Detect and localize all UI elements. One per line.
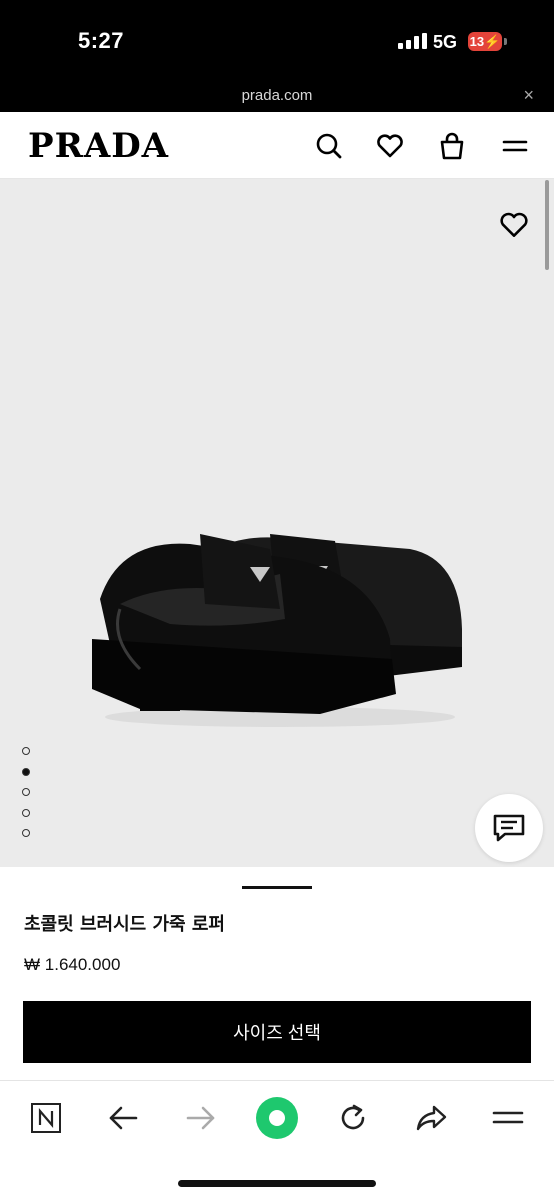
loafer-shoes-image (92, 534, 462, 727)
share-icon[interactable] (414, 1101, 448, 1135)
gallery-dot[interactable] (22, 788, 30, 796)
back-arrow-icon[interactable] (106, 1101, 140, 1135)
sheet-handle[interactable] (242, 886, 312, 889)
status-time: 5:27 (78, 28, 125, 53)
select-size-button[interactable]: 사이즈 선택 (23, 1001, 531, 1063)
signal-icon (398, 33, 427, 49)
product-image[interactable] (0, 179, 554, 867)
site-header: PRADA (0, 112, 554, 179)
shopping-bag-icon[interactable] (437, 131, 467, 161)
network-type: 5G (433, 32, 458, 52)
menu-icon[interactable] (491, 1101, 525, 1135)
forward-arrow-icon[interactable] (184, 1101, 218, 1135)
product-price: ₩ 1.640.000 (24, 955, 121, 974)
url-bar[interactable]: prada.com × (0, 80, 554, 112)
home-indicator[interactable] (178, 1180, 376, 1187)
url-text[interactable]: prada.com (0, 87, 554, 104)
close-icon[interactable]: × (523, 85, 534, 106)
menu-icon[interactable] (500, 131, 530, 161)
gallery-dot[interactable] (22, 808, 30, 817)
brand-logo[interactable]: PRADA (28, 126, 169, 166)
charging-icon: ⚡ (484, 34, 501, 49)
chat-icon (493, 814, 525, 842)
refresh-icon[interactable] (336, 1101, 370, 1135)
search-icon[interactable] (314, 131, 344, 161)
battery-icon: 13⚡ (468, 32, 502, 51)
gallery-dot[interactable] (22, 829, 30, 837)
gallery-dot-active[interactable] (22, 767, 30, 776)
battery-cap (504, 38, 507, 45)
heart-icon[interactable] (375, 131, 405, 161)
status-bar: 5:27 5G 13⚡ (0, 0, 554, 80)
gallery-pagination (22, 747, 30, 850)
chat-button[interactable] (475, 794, 543, 862)
naver-n-icon[interactable] (29, 1101, 63, 1135)
product-title: 초콜릿 브러시드 가죽 로퍼 (24, 914, 225, 935)
wishlist-heart-icon[interactable] (498, 209, 530, 241)
page-scrollbar[interactable] (545, 180, 549, 270)
home-green-icon[interactable] (255, 1096, 299, 1140)
gallery-dot[interactable] (22, 747, 30, 755)
battery-level: 13 (469, 34, 485, 49)
